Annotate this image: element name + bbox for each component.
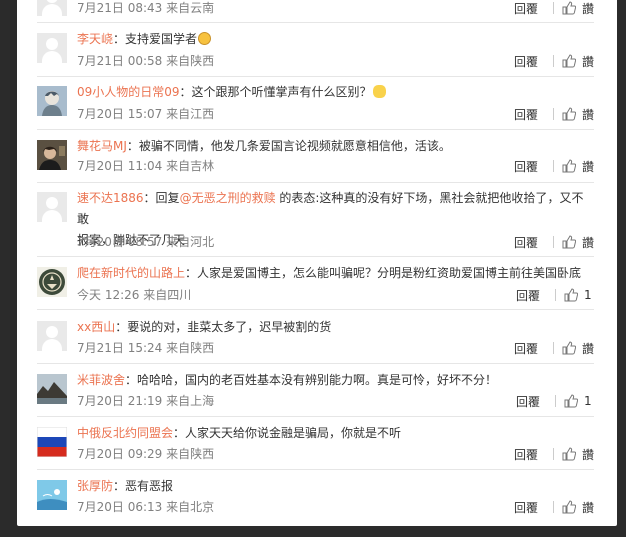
user-avatar[interactable] (37, 86, 67, 116)
comment-text: ：这个跟那个听懂掌声有什么区别？ (179, 85, 372, 99)
thumbs-up-icon[interactable] (562, 500, 576, 514)
comment-username[interactable]: 中俄反北约同盟会 (77, 426, 173, 440)
user-avatar[interactable] (37, 374, 67, 404)
like-count[interactable]: 1 (584, 394, 594, 408)
comment-item: 李天峣：支持爱国学者 7月21日 00:58 来自陕西 回覆 讚 (37, 29, 594, 77)
bee-emoji (372, 85, 386, 98)
comment-meta: 7月20日 21:19 来自上海 (77, 394, 215, 408)
reply-button[interactable]: 回覆 (514, 158, 538, 175)
default-avatar[interactable] (37, 33, 67, 63)
thumbs-up-icon[interactable] (562, 159, 576, 173)
thumbs-up-icon[interactable] (562, 447, 576, 461)
thumbs-up-icon[interactable] (562, 107, 576, 121)
like-count[interactable]: 讚 (582, 158, 594, 175)
comment-username[interactable]: 爬在新时代的山路上 (77, 266, 185, 280)
reply-button[interactable]: 回覆 (514, 340, 538, 357)
comment-item: 米菲波舍：哈哈哈，国内的老百姓基本没有辨别能力啊。真是可怜，好坏不分！ 7月20… (37, 370, 594, 417)
default-avatar[interactable] (37, 192, 67, 222)
like-count[interactable]: 1 (584, 288, 594, 302)
comment-item: 09小人物的日常09：这个跟那个听懂掌声有什么区别？ 7月20日 15:07 来… (37, 82, 594, 130)
reply-button[interactable]: 回覆 (516, 287, 540, 304)
russian-flag-avatar[interactable] (37, 427, 67, 457)
comment-meta: 7月21日 08:43 来自云南 (77, 1, 215, 15)
comment-text: ：被骗不同情，他发几条爱国言论视频就愿意相信他，活该。 (126, 139, 451, 153)
comment-item: 中俄反北约同盟会：人家天天给你说金融是骗局，你就是不听 7月20日 09:29 … (37, 423, 594, 470)
comment-text: ：支持爱国学者 (113, 32, 198, 46)
reply-button[interactable]: 回覆 (514, 106, 538, 123)
thumbs-up-icon[interactable] (564, 394, 578, 408)
comment-username[interactable]: 舞花马MJ (77, 139, 127, 153)
reply-button[interactable]: 回覆 (514, 446, 538, 463)
like-count[interactable]: 讚 (582, 106, 594, 123)
thumbs-up-icon[interactable] (562, 235, 576, 249)
comment-meta: 7月20日 06:13 来自北京 (77, 500, 215, 514)
default-avatar[interactable] (37, 0, 67, 16)
reply-button[interactable]: 回覆 (514, 0, 538, 17)
nerd-face-emoji (198, 32, 212, 45)
reply-button[interactable]: 回覆 (514, 499, 538, 516)
comment-meta: 今天 12:26 来自四川 (77, 288, 192, 302)
comment-username[interactable]: 09小人物的日常09 (77, 85, 180, 99)
comment-meta: 7月20日 09:29 来自陕西 (77, 447, 215, 461)
comment-text: ：人家是爱国博主，怎么能叫骗呢？分明是粉红资助爱国博主前往美国卧底 (185, 266, 582, 280)
comment-item: 7月21日 08:43 来自云南 回覆 讚 (37, 0, 594, 23)
thumbs-up-icon[interactable] (562, 54, 576, 68)
comment-item: 张厚防：恶有恶报 7月20日 06:13 来自北京 回覆 讚 (37, 476, 594, 522)
mention-link[interactable]: @无恶之刑的救赎 (180, 191, 276, 205)
thumbs-up-icon[interactable] (562, 341, 576, 355)
like-count[interactable]: 讚 (582, 234, 594, 251)
comment-text: ：人家天天给你说金融是骗局，你就是不听 (173, 426, 402, 440)
comment-text: ：恶有恶报 (113, 479, 174, 493)
like-count[interactable]: 讚 (582, 499, 594, 516)
like-count[interactable]: 讚 (582, 53, 594, 70)
reply-button[interactable]: 回覆 (516, 393, 540, 410)
comment-meta: 7月20日 15:07 来自江西 (77, 107, 215, 121)
like-count[interactable]: 讚 (582, 340, 594, 357)
comment-username[interactable]: xx西山 (77, 320, 115, 334)
comment-text: ：要说的对，韭菜太多了，迟早被割的货 (115, 320, 332, 334)
comment-item: xx西山：要说的对，韭菜太多了，迟早被割的货 7月21日 15:24 来自陕西 … (37, 317, 594, 364)
comment-meta: 7月20日 08:57 来自河北 (77, 235, 215, 249)
like-count[interactable]: 讚 (582, 0, 594, 17)
comment-username[interactable]: 速不达1886 (77, 191, 144, 205)
comment-username[interactable]: 张厚防 (77, 479, 113, 493)
user-avatar[interactable] (37, 267, 67, 297)
comment-text: ：哈哈哈，国内的老百姓基本没有辨别能力啊。真是可怜，好坏不分！ (125, 373, 498, 387)
user-avatar[interactable] (37, 480, 67, 510)
user-avatar[interactable] (37, 140, 67, 170)
thumbs-up-icon[interactable] (562, 1, 576, 15)
reply-button[interactable]: 回覆 (514, 234, 538, 251)
reply-button[interactable]: 回覆 (514, 53, 538, 70)
thumbs-up-icon[interactable] (564, 288, 578, 302)
comment-meta: 7月21日 00:58 来自陕西 (77, 54, 215, 68)
default-avatar[interactable] (37, 321, 67, 351)
like-count[interactable]: 讚 (582, 446, 594, 463)
comment-item: 速不达1886：回复@无恶之刑的救赎 的表态:这种真的没有好下场，黑社会就把他收… (37, 188, 594, 257)
comment-text-prefix: ：回复 (143, 191, 180, 205)
comment-username[interactable]: 李天峣 (77, 32, 113, 46)
comment-username[interactable]: 米菲波舍 (77, 373, 125, 387)
comment-meta: 7月21日 15:24 来自陕西 (77, 341, 215, 355)
comment-meta: 7月20日 11:04 来自吉林 (77, 159, 215, 173)
comment-item: 舞花马MJ：被骗不同情，他发几条爱国言论视频就愿意相信他，活该。 7月20日 1… (37, 136, 594, 183)
comment-item: 爬在新时代的山路上：人家是爱国博主，怎么能叫骗呢？分明是粉红资助爱国博主前往美国… (37, 263, 594, 310)
comment-panel: 7月21日 08:43 来自云南 回覆 讚 李天峣：支持爱国学者 7月21日 0… (17, 0, 617, 526)
